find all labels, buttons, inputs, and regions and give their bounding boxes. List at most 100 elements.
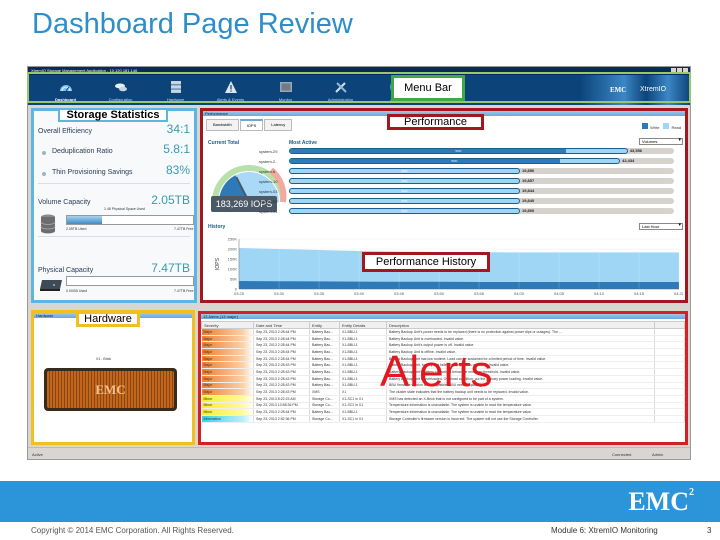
system-bar-read: 50% (289, 188, 520, 194)
column-header[interactable]: Entity Details (339, 321, 387, 329)
x-tick-label: 03:30 (274, 291, 285, 296)
volume-capacity-bar (66, 215, 194, 225)
alert-severity: Major (201, 328, 254, 336)
alert-severity: Minor (201, 395, 254, 403)
volume-caption: 1.48 Physical Space Used (104, 207, 145, 211)
alert-entity: Battery Bac... (309, 375, 340, 383)
maximize-button[interactable] (677, 68, 682, 73)
physical-capacity-bar (66, 276, 194, 286)
most-active-filter-select[interactable]: Volumes (639, 138, 683, 145)
alert-filler (654, 361, 685, 370)
alert-time: Sep 23, 2013 2:28:43 PM (253, 361, 310, 370)
overall-efficiency-value: 34:1 (166, 122, 190, 136)
x-tick-label: 03:50 (434, 291, 445, 296)
alert-time: Sep 23, 2013 2:28:44 PM (253, 355, 310, 363)
alert-time: Sep 23, 2013 2:28:44 PM (253, 328, 310, 336)
volume-capacity-row: Volume Capacity 2.05TB (38, 193, 190, 207)
alert-filler (654, 382, 685, 390)
most-active-row[interactable]: system-29 50% 43,556 (259, 148, 679, 155)
system-bar-track: 50% (289, 158, 674, 164)
alert-entity: Battery Bac... (309, 355, 340, 363)
tab-iops[interactable]: IOPS (239, 119, 264, 131)
menu-item-administration[interactable]: Administration (315, 75, 366, 105)
system-iops-value: 19,857 (522, 178, 535, 183)
alert-description: Battery Backup Unit is overloaded. Inval… (386, 335, 655, 343)
most-active-row[interactable]: system-05 50% 19,840 (259, 198, 679, 205)
menu-item-dashboard[interactable]: Dashboard (40, 75, 91, 105)
alert-time: Sep 23, 2013 2:28:43 PM (253, 375, 310, 383)
most-active-row[interactable]: system-6 28% 19,856 (259, 168, 679, 175)
most-active-row[interactable]: system-04 50% 19,800 (259, 208, 679, 215)
system-name: system-10 (259, 179, 278, 184)
menu-item-hardware[interactable]: Hardware (150, 75, 201, 105)
menu-item-monitor[interactable]: Monitor (260, 75, 311, 105)
system-bar-read: 50% (289, 208, 520, 214)
close-button[interactable] (683, 68, 688, 73)
system-bar-read: 28% (289, 168, 520, 174)
x-tick-label: 04:20 (674, 291, 683, 296)
column-header[interactable]: Date and Time (253, 321, 310, 329)
column-header[interactable]: Description (386, 321, 655, 329)
system-bar-track: 28% (289, 178, 674, 184)
alert-severity: Major (201, 341, 254, 350)
disk-drive-icon (40, 280, 62, 291)
alert-filler (654, 341, 685, 350)
system-bar-percent: 28% (401, 169, 408, 173)
alert-severity: Minor (201, 402, 254, 410)
system-bar-percent: 50% (401, 209, 408, 213)
alert-row[interactable]: Minor Sep 23, 2013 10:58:36 PM Storage Co.… (201, 402, 685, 410)
alert-row[interactable]: Major Sep 23, 2013 2:28:44 PM Battery Bac.… (201, 328, 685, 336)
alert-description: Temperature information is unavailable. … (386, 402, 655, 410)
physical-capacity-value: 7.47TB (151, 261, 190, 275)
menu-item-configuration[interactable]: Configuration (95, 75, 146, 105)
alert-entity: Storage Co... (309, 415, 340, 423)
tab-latency[interactable]: Latency (264, 119, 293, 131)
dedup-label: Deduplication Ratio (38, 148, 113, 155)
menu-item-alerts-events[interactable]: Alerts & Events (205, 75, 256, 105)
tab-bandwidth[interactable]: Bandwidth (206, 119, 239, 131)
physical-max: 7.47TB Free (174, 289, 194, 293)
column-header-filler (654, 321, 685, 329)
alert-filler (654, 368, 685, 376)
alert-row[interactable]: Major Sep 23, 2013 2:28:44 PM Battery Bac.… (201, 335, 685, 343)
legend-write: Write (642, 123, 659, 130)
alert-row[interactable]: Minor Sep 23, 2013 8:22:23 AM Storage Co..… (201, 395, 685, 403)
xtremio-logo: XtremIO (640, 86, 667, 93)
system-iops-value: 19,800 (522, 208, 535, 213)
system-bar-read: 50% (289, 148, 628, 154)
xbrick-image[interactable]: EMC (44, 368, 177, 411)
column-header[interactable]: Severity (201, 321, 254, 329)
alert-row[interactable]: Minor Sep 23, 2013 2:28:44 PM Battery Bac.… (201, 408, 685, 416)
physical-min: 0.00GB Used (66, 289, 88, 293)
column-header[interactable]: Entity (309, 321, 340, 329)
history-range-select[interactable]: Last Hour (639, 223, 683, 230)
alert-filler (654, 348, 685, 356)
alert-filler (654, 355, 685, 363)
alert-filler (654, 335, 685, 343)
volume-min: 2.05TB Used (66, 227, 87, 231)
tools-icon (334, 81, 348, 93)
most-active-row[interactable]: system-2.. 50% 42,434 (259, 158, 679, 165)
alert-entity: Storage Co... (309, 402, 340, 410)
alert-description: XMS has detected an X-Brick that is not … (386, 395, 655, 403)
brick-label: X1 - Brick (96, 357, 112, 361)
callout-performance: Performance (387, 114, 484, 130)
system-bar-track: 50% (289, 208, 674, 214)
alert-row[interactable]: Information Sep 23, 2013 2:52:36 PM Storag… (201, 415, 685, 423)
alert-time: Sep 23, 2013 2:28:44 PM (253, 408, 310, 416)
minimize-button[interactable] (671, 68, 676, 73)
y-tick-label: 150K (228, 257, 238, 262)
most-active-row[interactable]: system-10 28% 19,857 (259, 178, 679, 185)
module-title: Module 6: XtremIO Monitoring (551, 526, 658, 535)
most-active-row[interactable]: system-03 50% 19,844 (259, 188, 679, 195)
alerts-panel-header: 13 Alerts (13 major) (201, 314, 685, 319)
alert-entity-details: X1-BBU-1 (339, 328, 387, 336)
alert-filler (654, 415, 685, 423)
alert-severity: Major (201, 348, 254, 356)
x-tick-label: 03:55 (474, 291, 485, 296)
alert-severity: Major (201, 382, 254, 390)
brick-emc-logo: EMC (95, 381, 126, 397)
system-iops-value: 43,556 (629, 148, 643, 153)
alert-time: Sep 23, 2013 2:52:36 PM (253, 415, 310, 423)
callout-performance-history: Performance History (362, 252, 490, 272)
